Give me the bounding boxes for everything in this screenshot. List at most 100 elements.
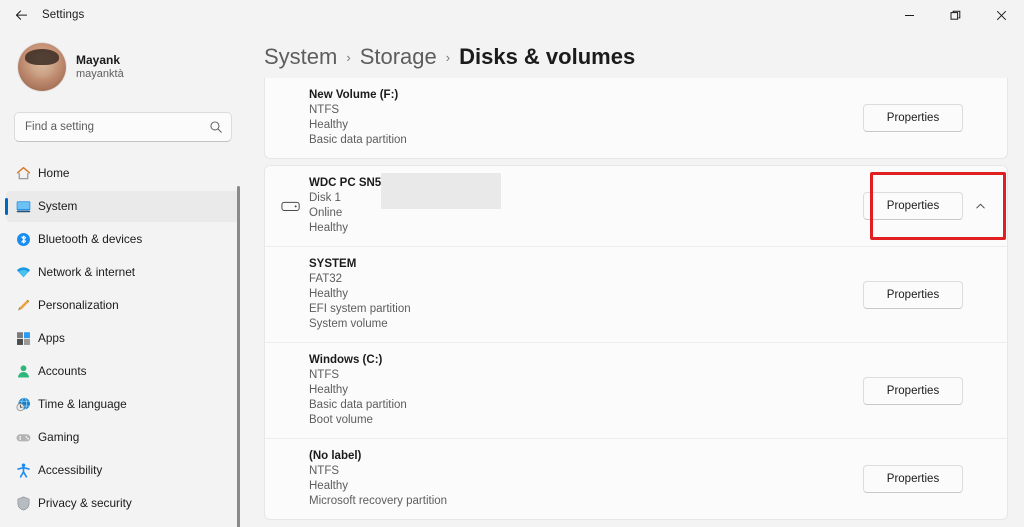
disks-and-volumes-list: New Volume (F:) NTFS Healthy Basic data par…: [248, 78, 1024, 520]
volume-name: New Volume (F:): [309, 89, 399, 101]
page-title: Disks & volumes: [459, 44, 636, 69]
sidebar-item-system[interactable]: System: [5, 191, 240, 222]
breadcrumb-link[interactable]: System: [264, 44, 337, 70]
properties-button[interactable]: Properties: [863, 465, 963, 493]
sidebar-item-label: System: [38, 198, 78, 213]
profile-name: Mayank: [76, 52, 121, 67]
sidebar-item-label: Time & language: [38, 396, 127, 411]
sidebar-item-privacy-security[interactable]: Privacy & security: [6, 488, 240, 519]
sidebar-item-home[interactable]: Home: [6, 158, 240, 189]
sidebar: Mayank mayanktà Home System Bluetooth & de…: [0, 30, 248, 527]
volume-detail-line: FAT32: [309, 273, 343, 285]
personalization-icon: [14, 297, 32, 315]
sidebar-scrollbar[interactable]: [237, 186, 240, 527]
sidebar-nav: Home System Bluetooth & devices Network & i…: [0, 156, 248, 527]
volume-row: New Volume (F:) NTFS Healthy Basic data par…: [265, 78, 1007, 158]
volume-detail-line: NTFS: [309, 369, 340, 381]
volume-detail-line: Healthy: [309, 480, 348, 492]
accounts-icon: [14, 363, 32, 381]
volume-card: New Volume (F:) NTFS Healthy Basic data par…: [264, 78, 1008, 159]
close-button[interactable]: [978, 0, 1024, 30]
search-icon: [210, 121, 222, 133]
sidebar-item-accessibility[interactable]: Accessibility: [6, 455, 240, 486]
system-icon: [14, 198, 32, 216]
sidebar-item-label: Personalization: [38, 297, 119, 312]
avatar: [18, 43, 66, 91]
sidebar-item-label: Home: [38, 165, 70, 180]
volume-detail-line: Healthy: [309, 222, 348, 234]
restore-icon: [950, 10, 960, 20]
search-box[interactable]: [14, 112, 232, 142]
sidebar-item-label: Apps: [38, 330, 65, 345]
disk-icon: [277, 200, 305, 213]
minimize-icon: [904, 14, 914, 16]
back-arrow-icon: [15, 9, 27, 20]
volume-row: (No label) NTFS Healthy Microsoft recovery …: [265, 438, 1007, 519]
sidebar-item-personalization[interactable]: Personalization: [6, 290, 240, 321]
breadcrumb-separator: ›: [346, 50, 351, 65]
user-profile[interactable]: Mayank mayanktà: [0, 30, 248, 94]
main-content: System › Storage › Disks & volumes New Volum…: [248, 30, 1024, 527]
row-text: Windows (C:) NTFS Healthy Basic data partit…: [309, 353, 863, 428]
close-icon: [996, 10, 1006, 20]
search-input[interactable]: [25, 121, 209, 133]
volume-detail-line: NTFS: [309, 104, 340, 116]
minimize-button[interactable]: [886, 0, 932, 30]
time-language-icon: [14, 396, 32, 414]
volume-detail-line: NTFS: [309, 465, 340, 477]
sidebar-item-accounts[interactable]: Accounts: [6, 356, 240, 387]
properties-button[interactable]: Properties: [863, 104, 963, 132]
disk-card: WDC PC SN52 Disk 1 Online Healthy Properties…: [264, 165, 1008, 520]
sidebar-item-bluetooth-devices[interactable]: Bluetooth & devices: [6, 224, 240, 255]
volume-detail-line: System volume: [309, 318, 388, 330]
bluetooth-icon: [14, 231, 32, 249]
apps-icon: [14, 330, 32, 348]
row-text: (No label) NTFS Healthy Microsoft recovery …: [309, 449, 863, 509]
row-text: SYSTEM FAT32 Healthy EFI system partition Sy…: [309, 257, 863, 332]
volume-detail-line: EFI system partition: [309, 303, 411, 315]
sidebar-item-label: Accounts: [38, 363, 87, 378]
chevron-up-icon[interactable]: [967, 200, 993, 213]
home-icon: [14, 165, 32, 183]
volume-row: Windows (C:) NTFS Healthy Basic data partit…: [265, 342, 1007, 438]
sidebar-item-gaming[interactable]: Gaming: [6, 422, 240, 453]
sidebar-item-time-language[interactable]: Time & language: [6, 389, 240, 420]
breadcrumb-link[interactable]: Storage: [360, 44, 437, 70]
volume-name: (No label): [309, 450, 362, 462]
disk-row: WDC PC SN52 Disk 1 Online Healthy Properties: [265, 166, 1007, 246]
network-icon: [14, 264, 32, 282]
volume-detail-line: Boot volume: [309, 414, 373, 426]
redaction-overlay: [381, 173, 501, 209]
privacy-security-icon: [14, 495, 32, 513]
sidebar-item-label: Privacy & security: [38, 495, 132, 510]
sidebar-item-windows-update[interactable]: Windows Update: [6, 521, 240, 527]
properties-button[interactable]: Properties: [863, 192, 963, 220]
volume-detail-line: Basic data partition: [309, 134, 407, 146]
properties-button[interactable]: Properties: [863, 280, 963, 309]
sidebar-item-network-internet[interactable]: Network & internet: [6, 257, 240, 288]
volume-detail-line: Basic data partition: [309, 399, 407, 411]
volume-name: SYSTEM: [309, 258, 357, 270]
profile-email: mayanktà: [76, 67, 124, 80]
sidebar-item-label: Accessibility: [38, 462, 103, 477]
breadcrumb: System › Storage › Disks & volumes: [248, 30, 1024, 78]
sidebar-item-label: Bluetooth & devices: [38, 231, 143, 246]
row-text: WDC PC SN52 Disk 1 Online Healthy: [309, 173, 863, 236]
accessibility-icon: [14, 462, 32, 480]
breadcrumb-separator: ›: [445, 50, 451, 65]
restore-button[interactable]: [932, 0, 978, 30]
volume-row: SYSTEM FAT32 Healthy EFI system partition Sy…: [265, 246, 1007, 342]
gaming-icon: [14, 429, 32, 447]
volume-detail-line: Microsoft recovery partition: [309, 495, 448, 507]
back-button[interactable]: [4, 1, 38, 29]
window-controls: [886, 0, 1024, 30]
sidebar-item-label: Gaming: [38, 429, 80, 444]
sidebar-item-apps[interactable]: Apps: [6, 323, 240, 354]
volume-detail-line: Healthy: [309, 384, 348, 396]
volume-detail-line: Healthy: [309, 119, 348, 131]
title-bar: Settings: [0, 0, 1024, 30]
volume-name: Windows (C:): [309, 354, 383, 366]
row-text: New Volume (F:) NTFS Healthy Basic data par…: [309, 88, 863, 148]
app-title: Settings: [42, 9, 85, 21]
properties-button[interactable]: Properties: [863, 376, 963, 405]
